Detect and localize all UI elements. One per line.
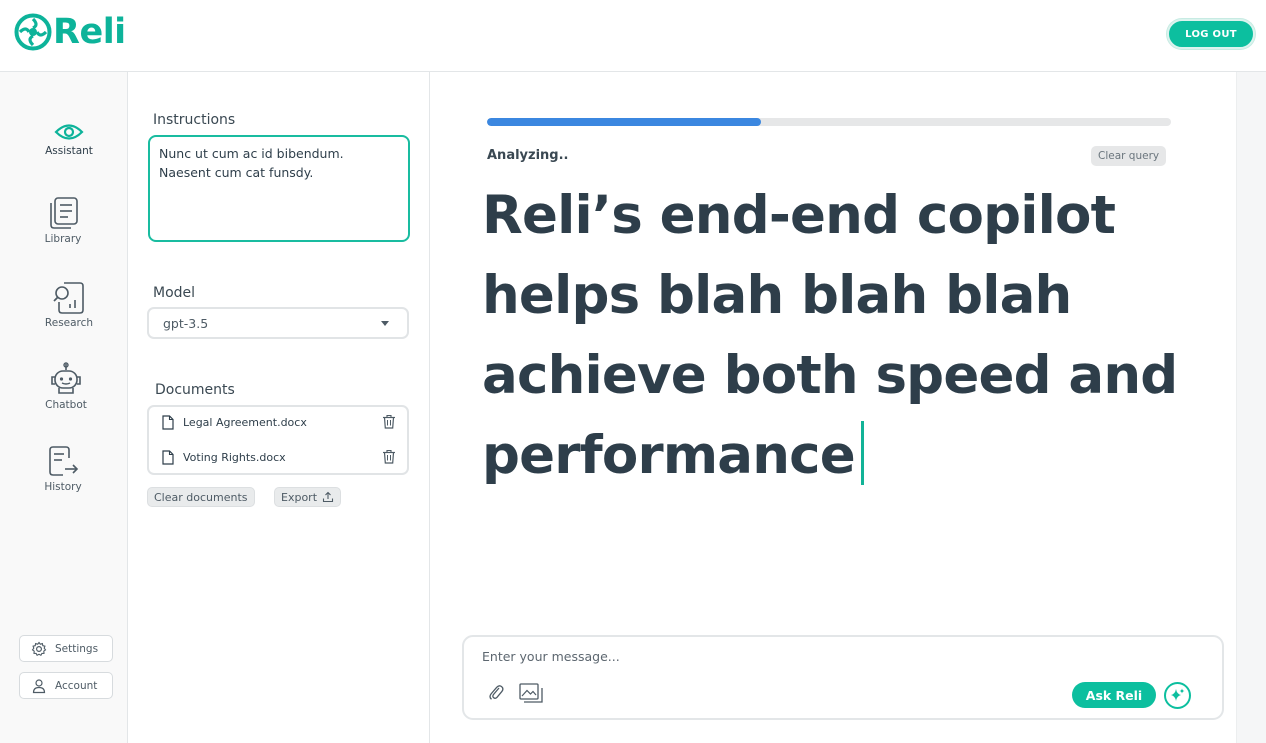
documents-list: Legal Agreement.docx Voting Rights.docx <box>147 405 409 475</box>
account-label: Account <box>55 679 98 692</box>
nav-item-history[interactable]: History <box>18 444 108 493</box>
library-icon <box>50 197 78 229</box>
documents-title: Documents <box>155 382 235 398</box>
file-icon <box>162 449 174 465</box>
progress-bar <box>487 118 1171 126</box>
app-header: Reli LOG OUT <box>0 0 1266 72</box>
instructions-title: Instructions <box>153 112 236 128</box>
status-text: Analyzing.. <box>487 148 569 163</box>
progress-fill <box>487 118 761 126</box>
logo-text: Reli <box>53 12 126 52</box>
file-icon <box>162 414 174 430</box>
settings-panel: Instructions Nunc ut cum ac id bibendum.… <box>129 72 430 743</box>
export-label: Export <box>281 490 318 504</box>
history-icon <box>49 446 79 476</box>
image-icon[interactable] <box>519 683 543 703</box>
reli-logo[interactable]: Reli <box>14 13 126 51</box>
eye-icon <box>54 124 84 140</box>
nav-item-research[interactable]: Research <box>24 280 114 329</box>
response-headline: Reli’s end-end copilot helps blah blah b… <box>482 176 1222 496</box>
message-composer: Ask Reli <box>462 635 1224 720</box>
gear-icon <box>31 641 47 656</box>
caret-down-icon <box>381 321 389 326</box>
document-item[interactable]: Legal Agreement.docx <box>162 412 398 432</box>
sparkle-button[interactable] <box>1164 682 1191 709</box>
export-button[interactable]: Export <box>274 487 342 507</box>
nav-rail: Assistant Library Research Chatbot Histo… <box>0 72 128 743</box>
model-select-value: gpt-3.5 <box>163 315 209 331</box>
model-select[interactable]: gpt-3.5 <box>147 307 409 339</box>
message-input[interactable] <box>482 649 1182 664</box>
text-cursor <box>860 421 864 485</box>
right-gutter <box>1236 72 1266 743</box>
reli-logo-icon <box>14 13 52 51</box>
nav-label-assistant: Assistant <box>45 145 93 157</box>
paperclip-icon[interactable] <box>488 683 504 701</box>
user-icon <box>32 678 46 693</box>
model-title: Model <box>153 285 196 301</box>
document-name: Voting Rights.docx <box>183 450 286 464</box>
account-button[interactable]: Account <box>19 672 113 699</box>
main-content: Analyzing.. Clear query Reli’s end-end c… <box>431 72 1236 743</box>
document-name: Legal Agreement.docx <box>183 415 307 429</box>
sparkle-icon <box>1171 688 1185 701</box>
settings-label: Settings <box>55 642 99 655</box>
nav-label-research: Research <box>44 317 94 329</box>
clear-query-button[interactable]: Clear query <box>1091 146 1167 166</box>
clear-documents-button[interactable]: Clear documents <box>147 487 255 507</box>
nav-item-library[interactable]: Library <box>18 196 108 245</box>
nav-label-history: History <box>44 481 82 493</box>
response-text: Reli’s end-end copilot helps blah blah b… <box>482 185 1178 486</box>
nav-item-chatbot[interactable]: Chatbot <box>21 362 111 411</box>
instructions-textarea[interactable]: Nunc ut cum ac id bibendum. Naesent cum … <box>148 135 410 242</box>
clear-documents-label: Clear documents <box>154 490 248 504</box>
robot-icon <box>51 362 81 394</box>
upload-icon <box>322 491 334 503</box>
nav-item-assistant[interactable]: Assistant <box>24 122 114 157</box>
logout-button[interactable]: LOG OUT <box>1167 19 1255 49</box>
settings-button[interactable]: Settings <box>19 635 113 662</box>
document-item[interactable]: Voting Rights.docx <box>162 447 398 467</box>
research-icon <box>53 282 84 314</box>
trash-icon[interactable] <box>382 449 396 464</box>
nav-label-library: Library <box>44 233 82 245</box>
nav-label-chatbot: Chatbot <box>45 399 87 411</box>
trash-icon[interactable] <box>382 414 396 429</box>
ask-reli-button[interactable]: Ask Reli <box>1072 682 1156 708</box>
